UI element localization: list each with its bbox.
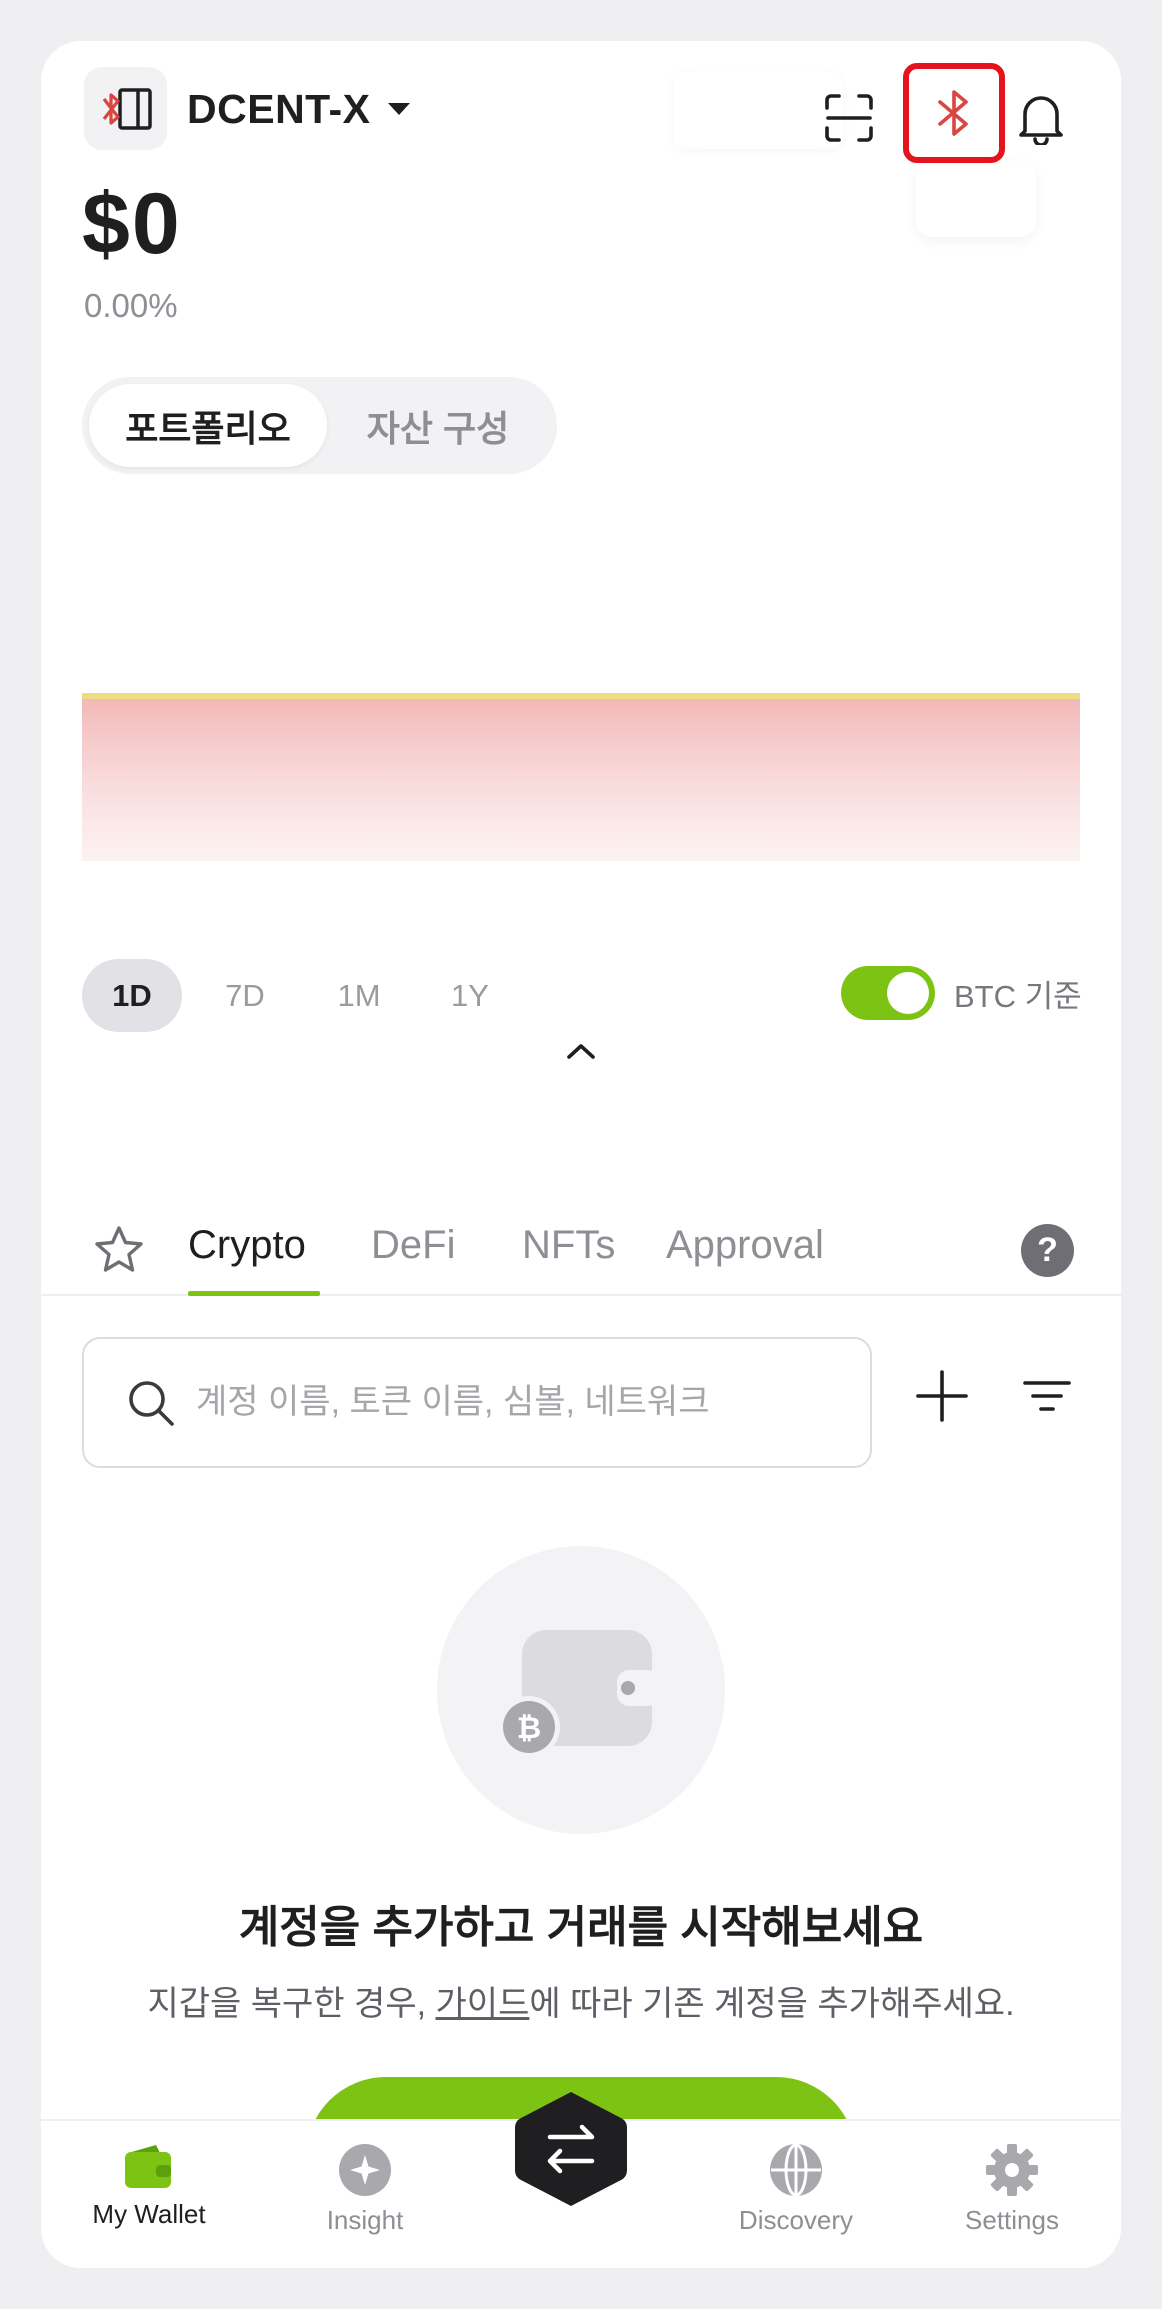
nav-label: Insight: [326, 2205, 404, 2235]
btc-basis-label: BTC 기준: [954, 979, 1082, 1014]
tab-portfolio[interactable]: 포트폴리오: [89, 384, 327, 467]
tooltip-ghost: [916, 161, 1036, 237]
search-input[interactable]: [196, 1383, 836, 1422]
empty-wallet-illustration: ₿: [437, 1546, 725, 1834]
notification-button[interactable]: [1007, 84, 1075, 152]
search-icon: [129, 1380, 174, 1426]
bell-icon: [1019, 96, 1063, 145]
btc-basis-toggle[interactable]: [841, 966, 935, 1020]
favorites-button[interactable]: [93, 1224, 145, 1281]
tab-nfts[interactable]: NFTs: [522, 1223, 615, 1268]
app-screen: DCENT-X $0 0.00% 포트폴리오 자산 구성 1D 7D 1M 1Y…: [41, 41, 1121, 2268]
subtitle-text: 에 따라 기존 계정을 추가해주세요.: [529, 1985, 1015, 2023]
wallet-icon: ₿: [498, 1630, 659, 1758]
portfolio-chart: [82, 693, 1080, 861]
active-tab-indicator: [188, 1291, 320, 1296]
nav-settings[interactable]: Settings: [917, 2143, 1107, 2236]
empty-state-subtitle: 지갑을 복구한 경우, 가이드에 따라 기존 계정을 추가해주세요.: [41, 1976, 1121, 2025]
bluetooth-icon: [938, 90, 968, 136]
globe-icon: [770, 2143, 822, 2197]
range-1y[interactable]: 1Y: [430, 959, 510, 1032]
nav-label: My Wallet: [92, 2199, 206, 2229]
device-selector[interactable]: DCENT-X: [187, 81, 411, 137]
tab-crypto[interactable]: Crypto: [188, 1223, 306, 1268]
bluetooth-button[interactable]: [903, 63, 1005, 163]
range-1d[interactable]: 1D: [82, 959, 182, 1032]
gear-icon: [986, 2144, 1038, 2196]
swap-button[interactable]: [510, 2088, 632, 2210]
plus-icon: [916, 1370, 968, 1422]
device-name: DCENT-X: [187, 85, 371, 132]
tab-asset-composition[interactable]: 자산 구성: [327, 384, 549, 467]
filter-button[interactable]: [1012, 1361, 1082, 1431]
star-icon: [95, 1226, 143, 1272]
filter-icon: [1023, 1381, 1071, 1411]
tab-defi[interactable]: DeFi: [371, 1223, 455, 1268]
scan-button[interactable]: [815, 84, 883, 152]
range-1m[interactable]: 1M: [314, 959, 404, 1032]
nav-label: Settings: [965, 2205, 1059, 2235]
balance-change: 0.00%: [84, 287, 178, 324]
device-bluetooth-icon[interactable]: [84, 67, 167, 150]
search-box: [82, 1337, 872, 1468]
sparkle-icon: [339, 2144, 391, 2196]
guide-link[interactable]: 가이드: [436, 1985, 530, 2023]
svg-text:₿: ₿: [517, 1711, 541, 1746]
total-balance: $0: [82, 176, 182, 272]
empty-state-title: 계정을 추가하고 거래를 시작해보세요: [238, 1903, 924, 1952]
add-account-button[interactable]: [907, 1361, 977, 1431]
toggle-knob: [887, 972, 929, 1014]
range-7d[interactable]: 7D: [200, 959, 290, 1032]
subtitle-text: 지갑을 복구한 경우,: [147, 1985, 436, 2023]
view-segment: 포트폴리오 자산 구성: [82, 377, 557, 474]
wallet-nav-icon: [125, 2145, 171, 2188]
swap-icon: [515, 2092, 627, 2206]
help-button[interactable]: ?: [1021, 1224, 1074, 1277]
tab-approval[interactable]: Approval: [666, 1223, 824, 1268]
chevron-up-icon: [567, 1044, 595, 1059]
collapse-chart-button[interactable]: [565, 1041, 597, 1066]
nav-insight[interactable]: Insight: [270, 2143, 460, 2236]
scan-icon: [825, 94, 873, 142]
caret-down-icon: [388, 103, 411, 115]
nav-my-wallet[interactable]: My Wallet: [54, 2143, 244, 2230]
nav-discovery[interactable]: Discovery: [701, 2143, 891, 2236]
nav-label: Discovery: [738, 2205, 854, 2235]
